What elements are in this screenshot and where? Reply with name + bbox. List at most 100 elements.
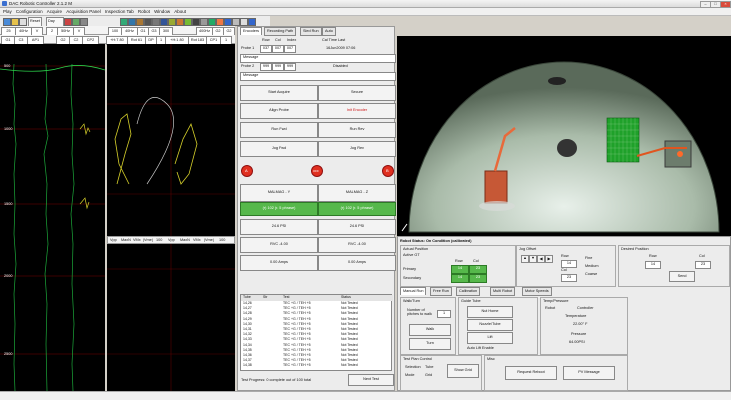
lissajous-bottom[interactable] bbox=[107, 244, 235, 391]
grid-icon[interactable] bbox=[120, 18, 128, 26]
doc-icon[interactable] bbox=[240, 18, 248, 26]
probe2-col[interactable]: 999 bbox=[272, 63, 284, 71]
network-icon[interactable] bbox=[208, 18, 216, 26]
request-reboot-button[interactable]: Request Reboot bbox=[505, 366, 557, 380]
desired-row-input[interactable]: 14 bbox=[645, 261, 661, 269]
target-icon[interactable] bbox=[216, 18, 224, 26]
b-button[interactable]: B bbox=[382, 165, 394, 177]
open-icon[interactable] bbox=[11, 18, 19, 26]
tube-radio[interactable]: Tube bbox=[425, 365, 434, 369]
medium-radio[interactable]: Medium bbox=[585, 264, 599, 268]
play-icon[interactable] bbox=[72, 18, 80, 26]
jog-right-button[interactable]: ▶ bbox=[545, 255, 553, 263]
3d-view[interactable] bbox=[397, 36, 731, 236]
globe-icon[interactable] bbox=[224, 18, 232, 26]
window-icon[interactable] bbox=[160, 18, 168, 26]
steps-input[interactable]: 1 bbox=[437, 310, 451, 318]
secure-button[interactable]: Secure bbox=[318, 85, 396, 101]
tab-motor-speeds[interactable]: Motor Speeds bbox=[522, 287, 552, 296]
menu-play[interactable]: Play bbox=[3, 9, 12, 14]
probe2-index[interactable]: 999 bbox=[284, 63, 296, 71]
tool-icon[interactable] bbox=[136, 18, 144, 26]
align-probe-button[interactable]: Align Probe bbox=[240, 103, 318, 119]
tab-auto[interactable]: Auto bbox=[322, 27, 336, 36]
probe-icon[interactable] bbox=[192, 18, 200, 26]
probe2-row[interactable]: 999 bbox=[260, 63, 272, 71]
print-icon[interactable] bbox=[19, 18, 27, 26]
table-row[interactable]: 14,38 TEC +G / TEH +5 Not Tested bbox=[241, 363, 393, 368]
test-table[interactable]: Tube Str Test Status 14,26 TEC +G / TEH +… bbox=[240, 294, 393, 371]
secondary-label[interactable]: Secondary bbox=[403, 276, 421, 280]
desired-col-input[interactable]: 23 bbox=[695, 261, 711, 269]
primary-label[interactable]: Primary bbox=[403, 267, 416, 271]
strip-chart[interactable]: 500 1000 1500 2000 2500 bbox=[0, 44, 105, 391]
save-icon[interactable] bbox=[3, 18, 11, 26]
plot-icon[interactable] bbox=[168, 18, 176, 26]
stop-icon[interactable] bbox=[80, 18, 88, 26]
probe1-row[interactable]: 037 bbox=[260, 45, 272, 53]
malmag-y-button[interactable]: MALMAG - Y bbox=[240, 184, 318, 202]
run-fwd-button[interactable]: Run Fwd bbox=[240, 122, 318, 138]
init-encoder-button[interactable]: Init Encoder bbox=[318, 103, 396, 119]
start-acquire-button[interactable]: Start Acquire bbox=[240, 85, 318, 101]
jog-fwd-button[interactable]: Jog Fwd bbox=[240, 141, 318, 157]
sled-icon[interactable] bbox=[176, 18, 184, 26]
grid-radio[interactable]: Grid bbox=[425, 373, 432, 377]
rvc-left-readout: RVC -4.00 bbox=[240, 237, 318, 253]
menu-configuration[interactable]: Configuration bbox=[16, 9, 43, 14]
tab-manual-run[interactable]: Manual Run bbox=[400, 287, 427, 295]
nozzle-tube-button[interactable]: Nozzle/Tube bbox=[467, 319, 513, 331]
tab-sled-run[interactable]: Sled Run bbox=[300, 27, 322, 36]
probe1-col[interactable]: 007 bbox=[272, 45, 284, 53]
tab-recording-path[interactable]: Recording Path bbox=[264, 27, 297, 36]
off-button[interactable]: OFF bbox=[311, 165, 323, 177]
tab-calibration[interactable]: Calibration bbox=[456, 287, 481, 296]
menu-inspection-tab[interactable]: Inspection Tab bbox=[105, 9, 134, 14]
jog-col-input[interactable]: 23 bbox=[561, 274, 577, 282]
malmag-z-button[interactable]: MALMAG - Z bbox=[318, 184, 396, 202]
fine-radio[interactable]: Fine bbox=[585, 256, 592, 260]
send-button[interactable]: Send bbox=[669, 271, 695, 282]
auto-lift-checkbox[interactable]: Auto Lift Enable bbox=[467, 346, 494, 350]
jog-rev-button[interactable]: Jog Rev bbox=[318, 141, 396, 157]
coarse-radio[interactable]: Coarse bbox=[585, 272, 597, 276]
robot-radio[interactable]: Robot bbox=[545, 306, 555, 310]
next-test-button[interactable]: Next Test bbox=[348, 374, 394, 386]
camera-icon[interactable] bbox=[144, 18, 152, 26]
tab-encoders[interactable]: Encoders bbox=[240, 27, 263, 35]
chart-icon[interactable] bbox=[128, 18, 136, 26]
message1-select[interactable]: Message bbox=[240, 54, 396, 63]
jog-row-input[interactable]: 14 bbox=[561, 260, 577, 268]
show-grid-button[interactable]: Show Grid bbox=[447, 364, 479, 378]
lift-button[interactable]: Lift bbox=[467, 332, 513, 344]
controller-radio[interactable]: Controller bbox=[577, 306, 593, 310]
record-icon[interactable] bbox=[64, 18, 72, 26]
menu-about[interactable]: About bbox=[174, 9, 186, 14]
run-rev-button[interactable]: Run Rev bbox=[318, 122, 396, 138]
close-button[interactable]: × bbox=[720, 1, 731, 8]
pv-message-button[interactable]: PV Message bbox=[563, 366, 615, 380]
a-button[interactable]: A bbox=[241, 165, 253, 177]
menu-window[interactable]: Window bbox=[154, 9, 170, 14]
menu-acquisition-panel[interactable]: Acquisition Panel bbox=[66, 9, 101, 14]
pen-icon[interactable] bbox=[232, 18, 240, 26]
message2-select[interactable]: Message bbox=[240, 72, 396, 81]
lissajous-top[interactable] bbox=[107, 44, 235, 236]
zoom-icon[interactable] bbox=[184, 18, 192, 26]
jog-left-button[interactable]: ◀ bbox=[537, 255, 545, 263]
tab-free-run[interactable]: Free Run bbox=[430, 287, 452, 296]
jog-down-button[interactable]: ▼ bbox=[529, 255, 537, 263]
list-icon[interactable] bbox=[200, 18, 208, 26]
tab-multi-robot[interactable]: Multi Robot bbox=[490, 287, 516, 296]
control-panel: Encoders Recording Path Sled Run Auto Ro… bbox=[237, 26, 396, 391]
menu-robot[interactable]: Robot bbox=[138, 9, 150, 14]
channel-row-2: G1 C3 AP1 G2 C2 CP2 +H:T 80 Rot 61 DP 1 … bbox=[0, 35, 235, 45]
turn-button[interactable]: Turn bbox=[409, 338, 451, 350]
nut-home-button[interactable]: Nut Home bbox=[467, 306, 513, 318]
menu-acquire[interactable]: Acquire bbox=[47, 9, 62, 14]
jog-up-button[interactable]: ▲ bbox=[521, 255, 529, 263]
help-icon[interactable] bbox=[248, 18, 256, 26]
walk-button[interactable]: Walk bbox=[409, 324, 451, 336]
probe1-index[interactable]: 007 bbox=[284, 45, 296, 53]
settings-icon[interactable] bbox=[152, 18, 160, 26]
